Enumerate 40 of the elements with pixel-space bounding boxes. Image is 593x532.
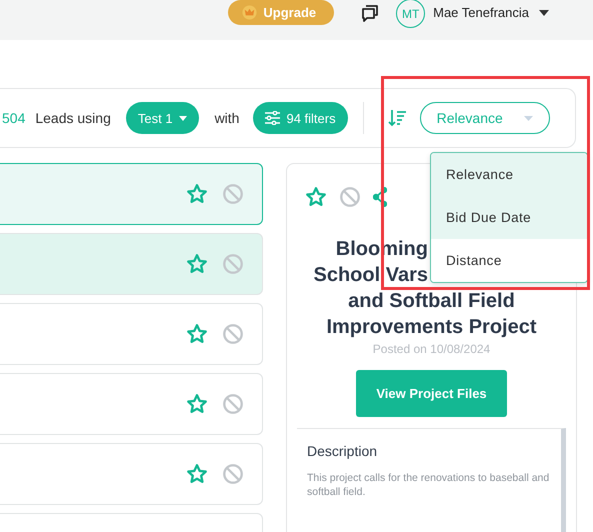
block-icon[interactable]	[222, 183, 244, 205]
posted-date: Posted on 10/08/2024	[372, 342, 490, 356]
sort-option[interactable]: Relevance	[431, 153, 587, 196]
description-heading: Description	[307, 443, 378, 459]
filters-button[interactable]: 94 filters	[253, 102, 348, 134]
sort-option[interactable]: Distance	[431, 239, 587, 282]
upgrade-button[interactable]: Upgrade	[228, 0, 334, 25]
star-icon[interactable]	[305, 186, 327, 208]
view-files-button[interactable]: View Project Files	[356, 370, 507, 417]
lead-card[interactable]	[0, 163, 263, 225]
user-avatar[interactable]: MT	[396, 0, 426, 28]
star-icon[interactable]	[186, 253, 208, 275]
chat-icon[interactable]	[360, 3, 380, 23]
preset-button[interactable]: Test 1	[126, 102, 199, 134]
description-text: This project calls for the renovations to baseball and softball field.	[307, 471, 550, 499]
project-title: and Softball Field	[348, 289, 515, 314]
caret-icon	[178, 116, 187, 120]
user-name: Mae Tenefrancia	[433, 4, 529, 22]
sliders-icon	[265, 111, 280, 125]
with-label: with	[214, 110, 240, 126]
star-icon[interactable]	[186, 323, 208, 345]
lead-count: 504	[2, 110, 26, 126]
sort-icon[interactable]	[388, 109, 407, 127]
caret-icon[interactable]	[539, 10, 549, 16]
count-label: Leads using	[35, 110, 111, 126]
share-icon[interactable]	[373, 187, 387, 207]
block-icon[interactable]	[222, 253, 244, 275]
crown-icon	[242, 5, 258, 20]
block-icon[interactable]	[222, 393, 244, 415]
block-icon[interactable]	[222, 323, 244, 345]
caret-icon	[524, 116, 533, 120]
block-icon[interactable]	[339, 186, 361, 208]
star-icon[interactable]	[186, 183, 208, 205]
star-icon[interactable]	[186, 393, 208, 415]
project-title: School Vars	[314, 263, 428, 288]
sort-option[interactable]: Bid Due Date	[431, 196, 587, 239]
block-icon[interactable]	[222, 463, 244, 485]
star-icon[interactable]	[186, 463, 208, 485]
project-title: Improvements Project	[326, 315, 537, 340]
sort-select[interactable]: Relevance	[420, 102, 550, 134]
